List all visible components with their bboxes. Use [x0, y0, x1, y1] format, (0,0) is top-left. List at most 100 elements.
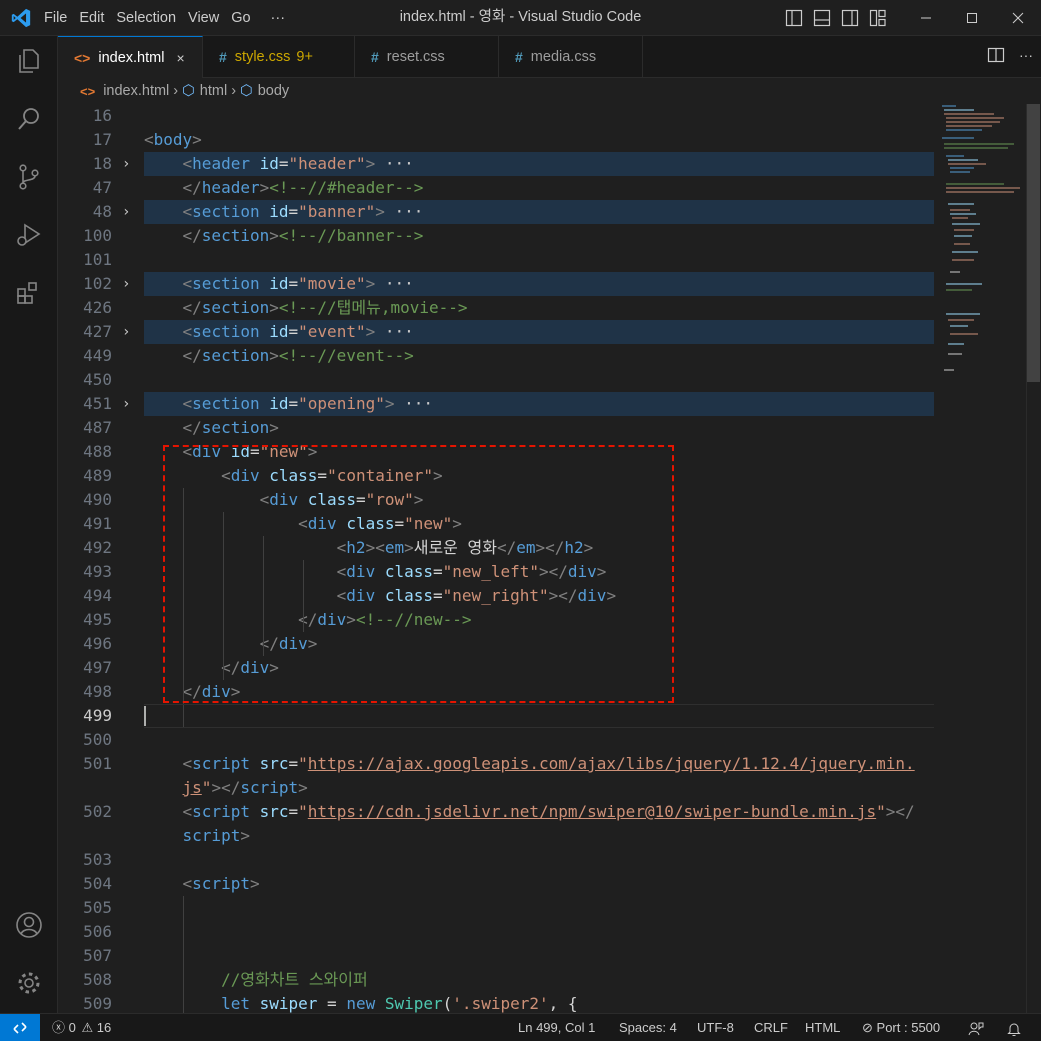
- split-editor-icon[interactable]: [987, 46, 1005, 69]
- customize-layout-icon[interactable]: [868, 8, 888, 28]
- fold-chevron-icon[interactable]: ›: [122, 200, 136, 224]
- code-line[interactable]: 505: [58, 896, 934, 920]
- fold-chevron-icon[interactable]: ›: [122, 320, 136, 344]
- settings-gear-icon[interactable]: [12, 966, 46, 1000]
- code-line[interactable]: 48 › <section id="banner"> ···: [58, 200, 934, 224]
- minimize-button[interactable]: [903, 0, 949, 35]
- code-token: ": [876, 802, 886, 821]
- code-token: <: [182, 322, 193, 341]
- close-tab-icon[interactable]: ×: [176, 50, 184, 66]
- line-number: 503: [83, 850, 112, 869]
- source-control-icon[interactable]: [12, 160, 46, 194]
- menu-selection[interactable]: Selection: [110, 10, 182, 26]
- code-token: >: [269, 226, 279, 245]
- code-line[interactable]: 17 <body>: [58, 128, 934, 152]
- problems-indicator[interactable]: ⓧ 0 ⚠ 16: [52, 1014, 111, 1041]
- code-line[interactable]: 100 </section><!--//banner-->: [58, 224, 934, 248]
- fold-chevron-icon[interactable]: ›: [122, 272, 136, 296]
- code-line[interactable]: 102 › <section id="movie"> ···: [58, 272, 934, 296]
- code-line[interactable]: 508 //영화차트 스와이퍼: [58, 968, 934, 992]
- code-line[interactable]: 487 </section>: [58, 416, 934, 440]
- code-line[interactable]: 426 </section><!--//탭메뉴,movie-->: [58, 296, 934, 320]
- css-file-icon: #: [515, 48, 523, 65]
- line-number: 100: [83, 226, 112, 245]
- end-of-line[interactable]: CRLF: [754, 1014, 788, 1041]
- line-number: 497: [83, 658, 112, 677]
- scrollbar-thumb[interactable]: [1027, 104, 1040, 382]
- maximize-button[interactable]: [949, 0, 995, 35]
- port-label: Port : 5500: [876, 1020, 941, 1035]
- vscode-logo-icon[interactable]: [10, 7, 32, 29]
- code-line[interactable]: 509 let swiper = new Swiper('.swiper2', …: [58, 992, 934, 1013]
- tab-reset-css[interactable]: # reset.css: [355, 36, 499, 77]
- breadcrumb-item-body[interactable]: body: [258, 83, 289, 99]
- menu-edit[interactable]: Edit: [73, 10, 110, 26]
- encoding[interactable]: UTF-8: [697, 1014, 734, 1041]
- menu-go[interactable]: Go: [225, 10, 256, 26]
- tab-media-css[interactable]: # media.css: [499, 36, 643, 77]
- code-token: <: [182, 802, 193, 821]
- code-line[interactable]: 501 <script src="https://ajax.googleapis…: [58, 752, 934, 776]
- breadcrumb-item-html[interactable]: html: [200, 83, 227, 99]
- more-actions-icon[interactable]: ···: [1019, 46, 1033, 69]
- code-token: ···: [375, 274, 414, 293]
- code-line[interactable]: 503: [58, 848, 934, 872]
- code-line[interactable]: 449 </section><!--//event-->: [58, 344, 934, 368]
- code-text: </section><!--//event-->: [144, 344, 414, 368]
- code-line[interactable]: 451 › <section id="opening"> ···: [58, 392, 934, 416]
- code-line[interactable]: 502 <script src="https://cdn.jsdelivr.ne…: [58, 800, 934, 824]
- code-line[interactable]: 507: [58, 944, 934, 968]
- code-line[interactable]: 504 <script>: [58, 872, 934, 896]
- toggle-secondary-sidebar-icon[interactable]: [840, 8, 860, 28]
- cursor-position[interactable]: Ln 499, Col 1: [518, 1014, 595, 1041]
- code-line[interactable]: 47 </header><!--//#header-->: [58, 176, 934, 200]
- code-text: <body>: [144, 128, 202, 152]
- code-line[interactable]: 506: [58, 920, 934, 944]
- fold-chevron-icon[interactable]: ›: [122, 152, 136, 176]
- close-window-button[interactable]: [995, 0, 1041, 35]
- code-token: ···: [394, 394, 434, 413]
- code-token: <!--//#header-->: [269, 178, 424, 197]
- code-line[interactable]: js"></script>: [58, 776, 934, 800]
- notifications-bell-icon[interactable]: [1006, 1014, 1022, 1041]
- code-token: >: [384, 394, 395, 413]
- code-line[interactable]: 500: [58, 728, 934, 752]
- code-line[interactable]: 427 › <section id="event"> ···: [58, 320, 934, 344]
- menu-file[interactable]: File: [38, 10, 73, 26]
- toggle-panel-icon[interactable]: [812, 8, 832, 28]
- accounts-icon[interactable]: [12, 908, 46, 942]
- line-number: 495: [83, 610, 112, 629]
- search-icon[interactable]: [12, 102, 46, 136]
- indentation[interactable]: Spaces: 4: [619, 1014, 677, 1041]
- remote-indicator-icon[interactable]: [0, 1014, 40, 1041]
- code-text: <script src="https://ajax.googleapis.com…: [144, 752, 915, 776]
- feedback-icon[interactable]: [968, 1014, 984, 1041]
- tab-style-css[interactable]: # style.css 9+: [203, 36, 355, 77]
- code-token: ": [298, 802, 308, 821]
- code-token: ></: [885, 802, 915, 821]
- language-mode[interactable]: HTML: [805, 1014, 840, 1041]
- live-server-port[interactable]: ⊘ Port : 5500: [862, 1014, 940, 1041]
- menu-more[interactable]: ···: [265, 10, 292, 26]
- code-token: "banner": [298, 202, 376, 221]
- extensions-icon[interactable]: [12, 276, 46, 310]
- code-line[interactable]: 16: [58, 104, 934, 128]
- minimap[interactable]: [934, 104, 1026, 1013]
- explorer-icon[interactable]: [12, 44, 46, 78]
- menu-view[interactable]: View: [182, 10, 225, 26]
- fold-chevron-icon[interactable]: ›: [122, 392, 136, 416]
- breadcrumb-item-file[interactable]: index.html: [103, 83, 169, 99]
- code-line[interactable]: 450: [58, 368, 934, 392]
- code-token: =: [288, 322, 299, 341]
- line-number: 101: [83, 250, 112, 269]
- code-line[interactable]: 101: [58, 248, 934, 272]
- toggle-primary-sidebar-icon[interactable]: [784, 8, 804, 28]
- run-debug-icon[interactable]: [12, 218, 46, 252]
- code-line[interactable]: script>: [58, 824, 934, 848]
- tab-index-html[interactable]: <> index.html ×: [58, 36, 203, 78]
- code-line[interactable]: 18 › <header id="header"> ···: [58, 152, 934, 176]
